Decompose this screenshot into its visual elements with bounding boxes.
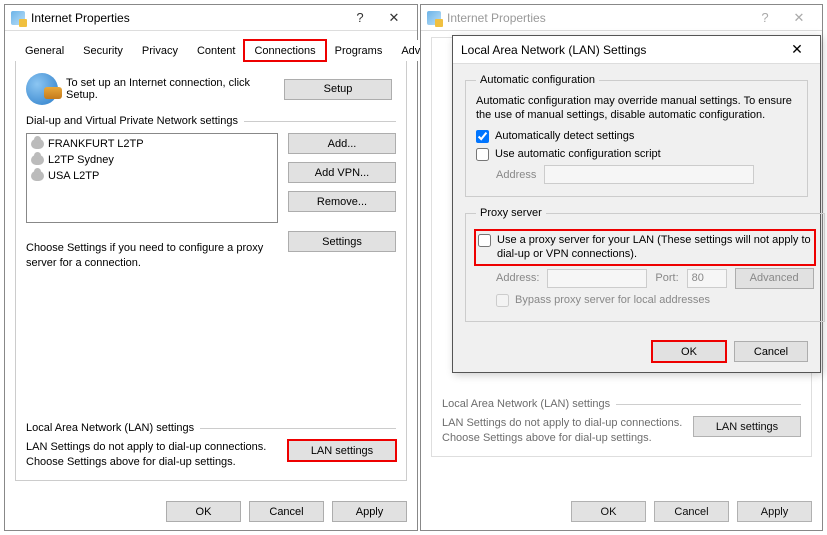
divider: [244, 121, 396, 122]
address-label: Address: [496, 169, 536, 181]
lan-label: Local Area Network (LAN) settings: [442, 398, 610, 410]
proxy-port-label: Port:: [655, 272, 678, 284]
list-item[interactable]: FRANKFURT L2TP: [29, 136, 275, 152]
tab-content[interactable]: Content: [187, 40, 246, 61]
modal-body: Automatic configuration Automatic config…: [453, 64, 820, 372]
list-item[interactable]: USA L2TP: [29, 168, 275, 184]
lan-settings-dialog: Local Area Network (LAN) Settings ✕ Auto…: [452, 35, 821, 373]
lan-label: Local Area Network (LAN) settings: [26, 422, 194, 434]
advanced-button[interactable]: Advanced: [735, 268, 814, 289]
bypass-label: Bypass proxy server for local addresses: [515, 293, 710, 307]
remove-button[interactable]: Remove...: [288, 191, 396, 212]
settings-button[interactable]: Settings: [288, 231, 396, 252]
setup-button[interactable]: Setup: [284, 79, 392, 100]
auto-detect-label: Automatically detect settings: [495, 129, 634, 143]
lan-settings-button[interactable]: LAN settings: [288, 440, 396, 461]
apply-button[interactable]: Apply: [737, 501, 812, 522]
dialup-label: Dial-up and Virtual Private Network sett…: [26, 115, 238, 127]
proxy-port-input[interactable]: [687, 269, 727, 288]
titlebar: Internet Properties ? ✕: [5, 5, 417, 31]
list-item[interactable]: L2TP Sydney: [29, 152, 275, 168]
tab-security[interactable]: Security: [73, 40, 133, 61]
list-item-label: L2TP Sydney: [48, 154, 114, 166]
tab-general[interactable]: General: [15, 40, 74, 61]
apply-button[interactable]: Apply: [332, 501, 407, 522]
dialog-body: General Security Privacy Content Connect…: [5, 31, 417, 530]
tab-connections[interactable]: Connections: [244, 40, 325, 61]
auto-legend: Automatic configuration: [476, 74, 599, 86]
list-item-label: FRANKFURT L2TP: [48, 138, 144, 150]
auto-detect-checkbox[interactable]: [476, 130, 489, 143]
auto-script-checkbox[interactable]: [476, 148, 489, 161]
script-address-input[interactable]: [544, 165, 754, 184]
internet-properties-window-left: Internet Properties ? ✕ General Security…: [4, 4, 418, 531]
internet-options-icon: [11, 11, 25, 25]
cancel-button[interactable]: Cancel: [654, 501, 729, 522]
connection-icon: [31, 139, 44, 149]
globe-icon: [26, 73, 58, 105]
cancel-button[interactable]: Cancel: [249, 501, 324, 522]
list-item-label: USA L2TP: [48, 170, 99, 182]
add-button[interactable]: Add...: [288, 133, 396, 154]
close-button[interactable]: ✕: [377, 7, 411, 29]
proxy-use-checkbox[interactable]: [478, 234, 491, 247]
help-button[interactable]: ?: [343, 7, 377, 29]
tab-programs[interactable]: Programs: [325, 40, 393, 61]
divider: [616, 404, 801, 405]
lan-settings-button[interactable]: LAN settings: [693, 416, 801, 437]
ok-button[interactable]: OK: [571, 501, 646, 522]
close-button[interactable]: ✕: [782, 7, 816, 29]
tab-content-panel: To set up an Internet connection, click …: [15, 61, 407, 481]
cancel-button[interactable]: Cancel: [734, 341, 808, 362]
ok-button[interactable]: OK: [166, 501, 241, 522]
proxy-use-label: Use a proxy server for your LAN (These s…: [497, 233, 812, 262]
modal-title: Local Area Network (LAN) Settings: [461, 43, 782, 57]
proxy-use-row: Use a proxy server for your LAN (These s…: [476, 231, 814, 264]
setup-text: To set up an Internet connection, click …: [66, 77, 276, 101]
proxy-address-label: Address:: [496, 272, 539, 284]
proxy-address-input[interactable]: [547, 269, 647, 288]
lan-text: LAN Settings do not apply to dial-up con…: [26, 440, 278, 470]
connection-icon: [31, 155, 44, 165]
auto-script-label: Use automatic configuration script: [495, 147, 661, 161]
add-vpn-button[interactable]: Add VPN...: [288, 162, 396, 183]
tab-privacy[interactable]: Privacy: [132, 40, 188, 61]
help-button[interactable]: ?: [748, 7, 782, 29]
automatic-configuration-group: Automatic configuration Automatic config…: [465, 74, 808, 197]
lan-text: LAN Settings do not apply to dial-up con…: [442, 416, 683, 446]
window-title: Internet Properties: [31, 11, 343, 25]
choose-settings-text: Choose Settings if you need to configure…: [26, 241, 278, 271]
ok-button[interactable]: OK: [652, 341, 726, 362]
connections-listbox[interactable]: FRANKFURT L2TP L2TP Sydney USA L2TP: [26, 133, 278, 223]
auto-desc: Automatic configuration may override man…: [476, 94, 797, 123]
proxy-legend: Proxy server: [476, 207, 546, 219]
internet-options-icon: [427, 11, 441, 25]
window-title: Internet Properties: [447, 11, 748, 25]
divider: [200, 428, 396, 429]
proxy-server-group: Proxy server Use a proxy server for your…: [465, 207, 825, 322]
tabbar: General Security Privacy Content Connect…: [15, 39, 407, 61]
modal-titlebar: Local Area Network (LAN) Settings ✕: [453, 36, 820, 64]
close-button[interactable]: ✕: [782, 41, 812, 58]
titlebar: Internet Properties ? ✕: [421, 5, 822, 31]
connection-icon: [31, 171, 44, 181]
bypass-checkbox[interactable]: [496, 294, 509, 307]
